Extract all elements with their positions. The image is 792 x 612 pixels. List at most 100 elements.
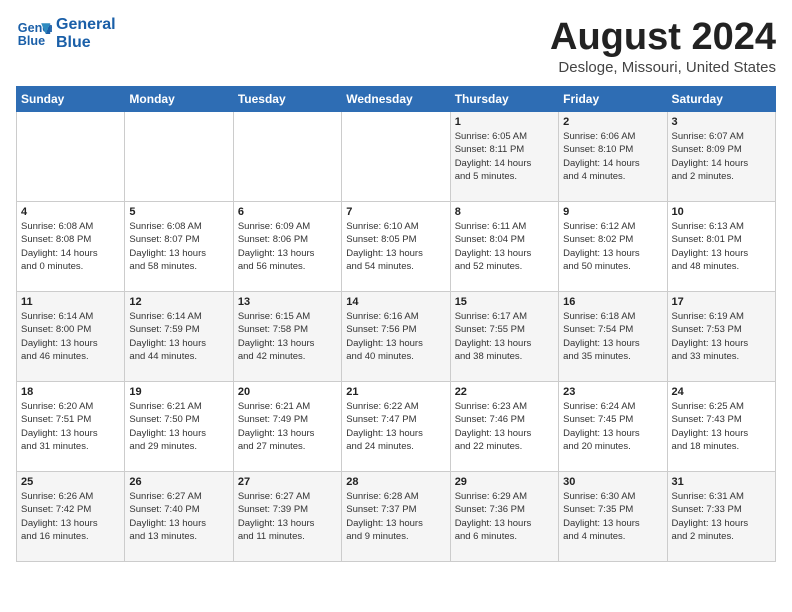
calendar-cell: 25 Sunrise: 6:26 AMSunset: 7:42 PMDayligh… xyxy=(17,472,125,562)
day-info: Sunrise: 6:14 AMSunset: 7:59 PMDaylight:… xyxy=(129,310,228,363)
day-number: 30 xyxy=(563,476,662,488)
calendar-cell: 24 Sunrise: 6:25 AMSunset: 7:43 PMDayligh… xyxy=(667,382,775,472)
day-number: 2 xyxy=(563,116,662,128)
day-number: 4 xyxy=(21,206,120,218)
day-info: Sunrise: 6:07 AMSunset: 8:09 PMDaylight:… xyxy=(672,130,771,183)
day-number: 8 xyxy=(455,206,554,218)
day-number: 21 xyxy=(346,386,445,398)
day-info: Sunrise: 6:31 AMSunset: 7:33 PMDaylight:… xyxy=(672,490,771,543)
day-number: 23 xyxy=(563,386,662,398)
page-header: General Blue General Blue August 2024 De… xyxy=(16,16,776,76)
week-row-5: 25 Sunrise: 6:26 AMSunset: 7:42 PMDayligh… xyxy=(17,472,776,562)
week-row-3: 11 Sunrise: 6:14 AMSunset: 8:00 PMDayligh… xyxy=(17,292,776,382)
week-row-2: 4 Sunrise: 6:08 AMSunset: 8:08 PMDaylight… xyxy=(17,202,776,292)
day-number: 27 xyxy=(238,476,337,488)
logo-line1: General xyxy=(56,16,116,34)
title-block: August 2024 Desloge, Missouri, United St… xyxy=(550,16,776,76)
day-number: 12 xyxy=(129,296,228,308)
calendar-cell: 23Sunrise: 6:24 AMSunset: 7:45 PMDayligh… xyxy=(559,382,667,472)
header-friday: Friday xyxy=(559,87,667,112)
day-info: Sunrise: 6:08 AMSunset: 8:07 PMDaylight:… xyxy=(129,220,228,273)
calendar-cell: 7 Sunrise: 6:10 AMSunset: 8:05 PMDaylight… xyxy=(342,202,450,292)
calendar-table: SundayMondayTuesdayWednesdayThursdayFrid… xyxy=(16,86,776,562)
calendar-cell: 26 Sunrise: 6:27 AMSunset: 7:40 PMDayligh… xyxy=(125,472,233,562)
day-info: Sunrise: 6:14 AMSunset: 8:00 PMDaylight:… xyxy=(21,310,120,363)
day-number: 1 xyxy=(455,116,554,128)
day-info: Sunrise: 6:30 AMSunset: 7:35 PMDaylight:… xyxy=(563,490,662,543)
day-info: Sunrise: 6:08 AMSunset: 8:08 PMDaylight:… xyxy=(21,220,120,273)
day-info: Sunrise: 6:22 AMSunset: 7:47 PMDaylight:… xyxy=(346,400,445,453)
header-monday: Monday xyxy=(125,87,233,112)
header-wednesday: Wednesday xyxy=(342,87,450,112)
day-info: Sunrise: 6:20 AMSunset: 7:51 PMDaylight:… xyxy=(21,400,120,453)
calendar-cell: 15 Sunrise: 6:17 AMSunset: 7:55 PMDayligh… xyxy=(450,292,558,382)
day-info: Sunrise: 6:12 AMSunset: 8:02 PMDaylight:… xyxy=(563,220,662,273)
day-info: Sunrise: 6:29 AMSunset: 7:36 PMDaylight:… xyxy=(455,490,554,543)
day-number: 20 xyxy=(238,386,337,398)
calendar-cell: 8Sunrise: 6:11 AMSunset: 8:04 PMDaylight… xyxy=(450,202,558,292)
calendar-cell: 20 Sunrise: 6:21 AMSunset: 7:49 PMDayligh… xyxy=(233,382,341,472)
header-tuesday: Tuesday xyxy=(233,87,341,112)
month-title: August 2024 xyxy=(550,16,776,59)
calendar-cell: 2 Sunrise: 6:06 AMSunset: 8:10 PMDaylight… xyxy=(559,112,667,202)
day-info: Sunrise: 6:25 AMSunset: 7:43 PMDaylight:… xyxy=(672,400,771,453)
calendar-cell: 11 Sunrise: 6:14 AMSunset: 8:00 PMDayligh… xyxy=(17,292,125,382)
day-number: 15 xyxy=(455,296,554,308)
day-number: 29 xyxy=(455,476,554,488)
header-sunday: Sunday xyxy=(17,87,125,112)
day-number: 11 xyxy=(21,296,120,308)
logo-line2: Blue xyxy=(56,34,116,52)
calendar-cell xyxy=(233,112,341,202)
calendar-cell: 27Sunrise: 6:27 AMSunset: 7:39 PMDayligh… xyxy=(233,472,341,562)
calendar-cell: 18 Sunrise: 6:20 AMSunset: 7:51 PMDayligh… xyxy=(17,382,125,472)
day-info: Sunrise: 6:17 AMSunset: 7:55 PMDaylight:… xyxy=(455,310,554,363)
calendar-cell: 9Sunrise: 6:12 AMSunset: 8:02 PMDaylight… xyxy=(559,202,667,292)
calendar-cell: 21 Sunrise: 6:22 AMSunset: 7:47 PMDayligh… xyxy=(342,382,450,472)
day-number: 6 xyxy=(238,206,337,218)
header-thursday: Thursday xyxy=(450,87,558,112)
day-number: 18 xyxy=(21,386,120,398)
calendar-cell: 10 Sunrise: 6:13 AMSunset: 8:01 PMDayligh… xyxy=(667,202,775,292)
day-info: Sunrise: 6:21 AMSunset: 7:49 PMDaylight:… xyxy=(238,400,337,453)
calendar-body: 1 Sunrise: 6:05 AMSunset: 8:11 PMDaylight… xyxy=(17,112,776,562)
calendar-cell: 1 Sunrise: 6:05 AMSunset: 8:11 PMDaylight… xyxy=(450,112,558,202)
day-number: 3 xyxy=(672,116,771,128)
calendar-cell: 14Sunrise: 6:16 AMSunset: 7:56 PMDayligh… xyxy=(342,292,450,382)
day-number: 7 xyxy=(346,206,445,218)
day-info: Sunrise: 6:28 AMSunset: 7:37 PMDaylight:… xyxy=(346,490,445,543)
calendar-cell: 28 Sunrise: 6:28 AMSunset: 7:37 PMDayligh… xyxy=(342,472,450,562)
calendar-cell: 13 Sunrise: 6:15 AMSunset: 7:58 PMDayligh… xyxy=(233,292,341,382)
day-info: Sunrise: 6:15 AMSunset: 7:58 PMDaylight:… xyxy=(238,310,337,363)
day-number: 28 xyxy=(346,476,445,488)
calendar-cell: 29 Sunrise: 6:29 AMSunset: 7:36 PMDayligh… xyxy=(450,472,558,562)
day-info: Sunrise: 6:26 AMSunset: 7:42 PMDaylight:… xyxy=(21,490,120,543)
day-info: Sunrise: 6:09 AMSunset: 8:06 PMDaylight:… xyxy=(238,220,337,273)
day-info: Sunrise: 6:06 AMSunset: 8:10 PMDaylight:… xyxy=(563,130,662,183)
day-number: 24 xyxy=(672,386,771,398)
day-number: 26 xyxy=(129,476,228,488)
day-number: 10 xyxy=(672,206,771,218)
day-number: 17 xyxy=(672,296,771,308)
day-number: 13 xyxy=(238,296,337,308)
day-info: Sunrise: 6:05 AMSunset: 8:11 PMDaylight:… xyxy=(455,130,554,183)
calendar-cell xyxy=(342,112,450,202)
week-row-4: 18 Sunrise: 6:20 AMSunset: 7:51 PMDayligh… xyxy=(17,382,776,472)
day-info: Sunrise: 6:23 AMSunset: 7:46 PMDaylight:… xyxy=(455,400,554,453)
day-info: Sunrise: 6:27 AMSunset: 7:40 PMDaylight:… xyxy=(129,490,228,543)
day-info: Sunrise: 6:19 AMSunset: 7:53 PMDaylight:… xyxy=(672,310,771,363)
calendar-cell: 16 Sunrise: 6:18 AMSunset: 7:54 PMDayligh… xyxy=(559,292,667,382)
day-info: Sunrise: 6:18 AMSunset: 7:54 PMDaylight:… xyxy=(563,310,662,363)
calendar-cell: 17 Sunrise: 6:19 AMSunset: 7:53 PMDayligh… xyxy=(667,292,775,382)
day-info: Sunrise: 6:21 AMSunset: 7:50 PMDaylight:… xyxy=(129,400,228,453)
calendar-cell: 5Sunrise: 6:08 AMSunset: 8:07 PMDaylight… xyxy=(125,202,233,292)
day-info: Sunrise: 6:16 AMSunset: 7:56 PMDaylight:… xyxy=(346,310,445,363)
day-info: Sunrise: 6:13 AMSunset: 8:01 PMDaylight:… xyxy=(672,220,771,273)
calendar-cell: 19 Sunrise: 6:21 AMSunset: 7:50 PMDayligh… xyxy=(125,382,233,472)
day-number: 19 xyxy=(129,386,228,398)
logo: General Blue General Blue xyxy=(16,16,116,52)
day-number: 25 xyxy=(21,476,120,488)
day-info: Sunrise: 6:10 AMSunset: 8:05 PMDaylight:… xyxy=(346,220,445,273)
calendar-cell xyxy=(125,112,233,202)
calendar-cell: 6 Sunrise: 6:09 AMSunset: 8:06 PMDaylight… xyxy=(233,202,341,292)
day-number: 16 xyxy=(563,296,662,308)
